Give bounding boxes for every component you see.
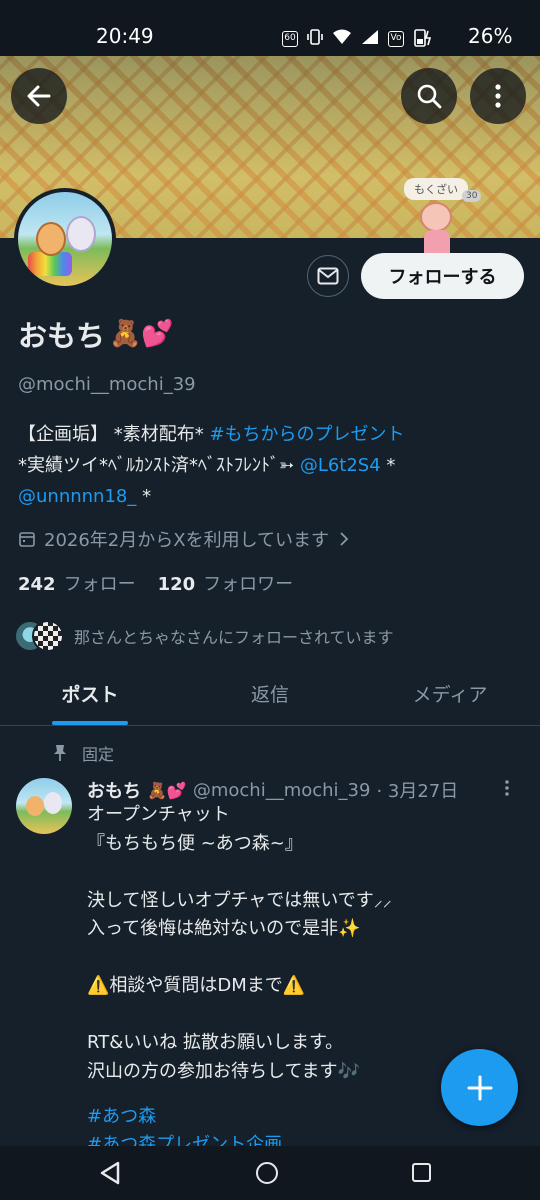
villager-badge: 30 bbox=[462, 190, 482, 202]
mention-link[interactable]: @L6t2S4 bbox=[300, 455, 381, 476]
tab-posts[interactable]: ポスト bbox=[0, 666, 180, 725]
more-vertical-icon bbox=[505, 780, 509, 796]
arrow-left-icon bbox=[27, 85, 51, 107]
chevron-right-icon bbox=[340, 532, 349, 546]
mail-icon bbox=[317, 267, 339, 285]
post-more-button[interactable] bbox=[504, 778, 510, 802]
status-time: 20:49 bbox=[96, 24, 154, 48]
search-icon bbox=[417, 84, 442, 109]
name-emoji: 🧸💕 bbox=[109, 319, 174, 349]
profile-bio: 【企画垢】 *素材配布* #もちからのプレゼント *実績ツイ*ﾍﾞﾙｶﾝｽﾄ済*… bbox=[18, 424, 405, 507]
post-avatar[interactable] bbox=[16, 778, 72, 834]
profile-tabs: ポスト 返信 メディア bbox=[0, 666, 540, 726]
signal-icon bbox=[360, 28, 380, 50]
plus-icon bbox=[467, 1075, 492, 1100]
follow-counts: 242 フォロー 120 フォロワー bbox=[18, 570, 293, 596]
system-nav-bar bbox=[0, 1146, 540, 1200]
nav-back-icon[interactable] bbox=[98, 1160, 122, 1186]
villager-label: もくざい bbox=[404, 178, 468, 200]
nav-home-icon[interactable] bbox=[256, 1162, 278, 1184]
battery-percent: 26% bbox=[468, 24, 513, 48]
post-date: · 3月27日 bbox=[376, 781, 459, 802]
status-icons: 60 Vo bbox=[282, 27, 434, 51]
back-button[interactable] bbox=[11, 68, 67, 124]
vibrate-icon bbox=[306, 28, 324, 50]
display-name: おもち 🧸💕 bbox=[18, 319, 174, 353]
post-header: おもち 🧸💕 @mochi__mochi_39 · 3月27日 bbox=[87, 777, 458, 803]
mention-link[interactable]: @unnnnn18_ bbox=[18, 486, 136, 507]
volte-icon: Vo bbox=[388, 31, 404, 47]
user-handle: @mochi__mochi_39 bbox=[18, 374, 196, 395]
profile-avatar[interactable] bbox=[14, 188, 116, 290]
mutual-avatars bbox=[14, 620, 64, 652]
more-options-button[interactable] bbox=[470, 68, 526, 124]
tab-replies[interactable]: 返信 bbox=[180, 666, 360, 725]
direct-message-button[interactable] bbox=[307, 255, 349, 297]
pinned-indicator: 固定 bbox=[52, 741, 114, 765]
followers-link[interactable]: 120 フォロワー bbox=[158, 570, 294, 596]
search-button[interactable] bbox=[401, 68, 457, 124]
followers-you-know[interactable]: 那さんとちゃなさんにフォローされています bbox=[14, 620, 394, 652]
status-bar: 20:49 60 Vo 26% bbox=[0, 0, 540, 56]
pin-icon bbox=[54, 745, 66, 761]
joined-date[interactable]: 2026年2月からXを利用しています bbox=[18, 526, 351, 552]
post-text: オープンチャット 『もちもち便 ~あつ森~』 決して怪しいオプチャでは無いです⸝… bbox=[87, 804, 392, 1082]
wifi-icon bbox=[332, 28, 352, 50]
tab-media[interactable]: メディア bbox=[360, 666, 540, 725]
calendar-icon bbox=[19, 532, 35, 547]
battery-icon bbox=[412, 27, 434, 51]
post-author-emoji: 🧸💕 bbox=[147, 780, 187, 800]
follow-button[interactable]: フォローする bbox=[361, 253, 524, 299]
more-vertical-icon bbox=[495, 84, 501, 108]
post-author[interactable]: おもち bbox=[87, 777, 141, 803]
compose-post-button[interactable] bbox=[441, 1049, 518, 1126]
hashtag-link[interactable]: #あつ森 bbox=[87, 1103, 282, 1131]
following-link[interactable]: 242 フォロー bbox=[18, 570, 136, 596]
hd-icon: 60 bbox=[282, 31, 298, 47]
avatar bbox=[32, 620, 64, 652]
nav-recents-icon[interactable] bbox=[412, 1163, 431, 1182]
post-handle: @mochi__mochi_39 bbox=[192, 779, 371, 801]
hashtag-link[interactable]: #もちからのプレゼント bbox=[209, 424, 404, 445]
